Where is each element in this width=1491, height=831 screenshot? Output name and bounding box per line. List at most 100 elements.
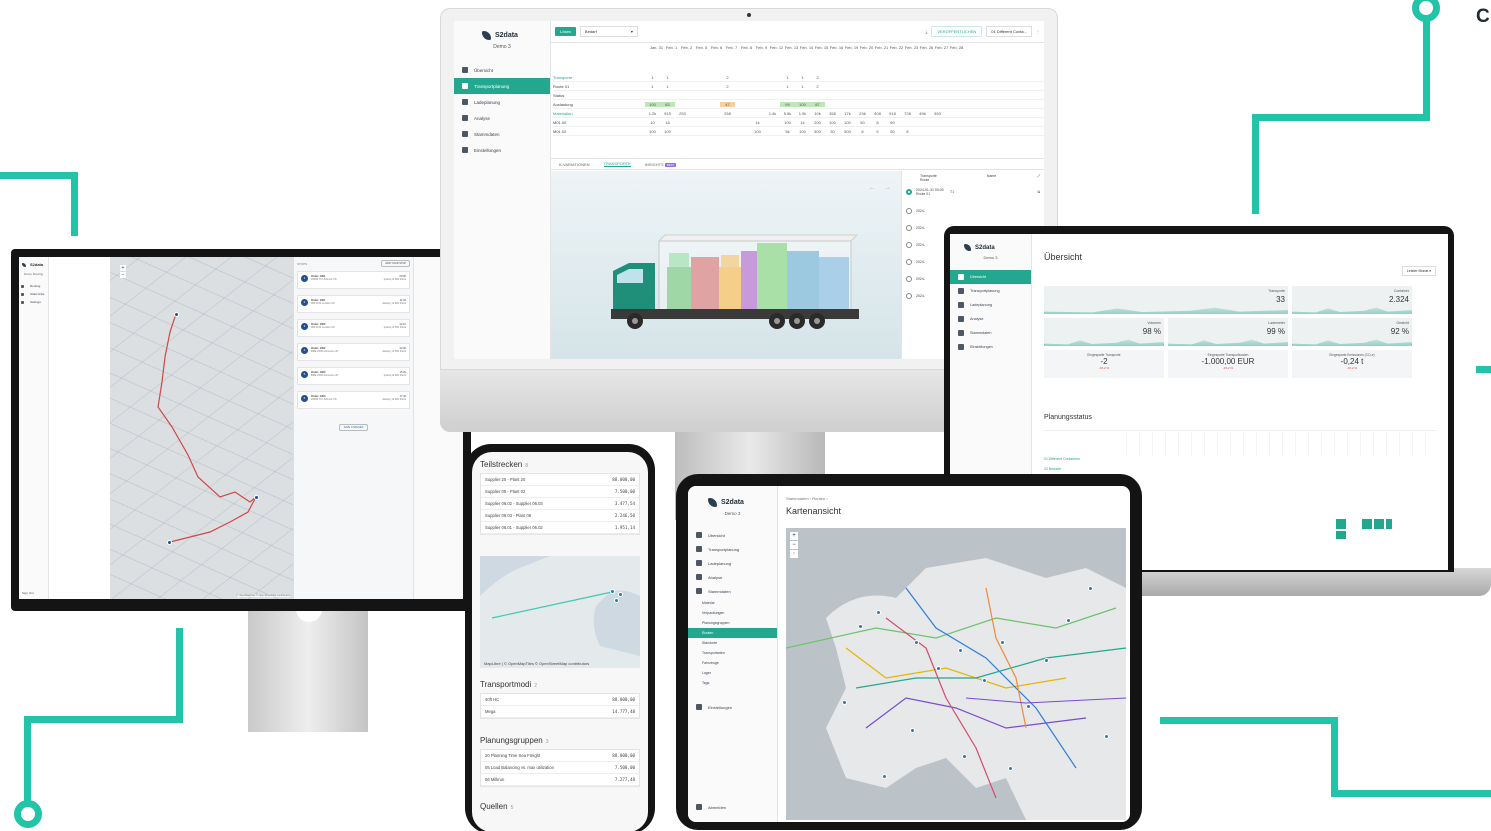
map-pin[interactable]	[1008, 766, 1013, 771]
map-pin[interactable]	[962, 754, 967, 759]
more-icon[interactable]: ⋮	[1036, 29, 1040, 34]
copy-icon[interactable]: ⧉	[1038, 190, 1041, 194]
row-label[interactable]: Status	[553, 93, 645, 98]
sidebar-item[interactable]: Stammdaten	[950, 326, 1031, 340]
routing-map[interactable]: + − © OpenMapTiles © OpenStreetMap contr…	[110, 257, 293, 599]
subnav-item[interactable]: Routen	[688, 628, 777, 638]
truck-3d-viewer[interactable]: ← →	[551, 171, 901, 359]
container-select[interactable]: 01 Different Conta...	[986, 26, 1032, 37]
sidebar-item-settings[interactable]: Settings	[19, 298, 48, 306]
sidebar-item[interactable]: Ladeplanung	[454, 94, 550, 110]
sidebar-item[interactable]: Analyse	[688, 570, 777, 584]
save-changes-button[interactable]: SAVE CHANGES	[338, 424, 369, 431]
sidebar-item-routing[interactable]: Routing	[19, 282, 48, 290]
table-row[interactable]: Supplier 06.03 - Plant 06 2.246,50	[481, 510, 639, 522]
period-select[interactable]: Letzter Monat ▾	[1401, 266, 1436, 276]
order-card[interactable]: 6 Order: 1003 20282 TN: Alhmstr UK 17:40 del…	[297, 391, 410, 409]
map-pin[interactable]	[1026, 704, 1031, 709]
sidebar-item[interactable]: Analyse	[454, 110, 550, 126]
map-pin[interactable]	[876, 610, 881, 615]
status-row-label[interactable]: 02 Bedarfe	[1044, 467, 1061, 471]
status-row-label[interactable]: 01 Different Containers	[1044, 457, 1080, 461]
route-stop-marker[interactable]	[254, 495, 259, 500]
download-icon[interactable]: ⤓	[926, 29, 928, 34]
table-row[interactable]: Supplier 05 - Plant 02 7.500,00	[481, 486, 639, 498]
row-label[interactable]: M01.02	[553, 129, 645, 134]
order-card[interactable]: 1 Order: 1001 20282 TN: Alhmstr UK 09:00 pic…	[297, 271, 410, 289]
map-pin[interactable]	[882, 774, 887, 779]
sidebar-item[interactable]: Einstellungen	[454, 142, 550, 158]
map-pin[interactable]	[1066, 618, 1071, 623]
subnav-item[interactable]: Planungsgruppen	[688, 618, 777, 628]
order-card[interactable]: 4 Order: 1002 BRE 2345 Ashmore UK 14:00 deli…	[297, 343, 410, 361]
map-pin[interactable]	[1044, 658, 1049, 663]
compass-icon[interactable]: ↑	[790, 550, 798, 558]
phone-map[interactable]: MapLibre | © OpenMapTiles © OpenStreetMa…	[480, 556, 640, 668]
zoom-out-button[interactable]: −	[790, 541, 798, 549]
sidebar-item[interactable]: Transportplanung	[950, 284, 1031, 298]
route-row[interactable]: 2024-	[906, 202, 1040, 219]
arrow-left-icon[interactable]: ←	[869, 185, 875, 191]
subnav-item[interactable]: Standorte	[688, 638, 777, 648]
map-pin[interactable]	[614, 598, 619, 603]
row-label[interactable]: Transporte	[553, 75, 645, 80]
table-row[interactable]: 05 Load Balancing vs. max utilization 7.5…	[481, 762, 639, 774]
map-pin[interactable]	[618, 592, 623, 597]
table-row[interactable]: Supplier 20 - Plant 20 88.000,00	[481, 474, 639, 486]
tab-transports[interactable]: TRANSPORTE	[603, 161, 631, 167]
sidebar-item[interactable]: Übersicht	[688, 528, 777, 542]
map-pin[interactable]	[1088, 586, 1093, 591]
table-row[interactable]: 20 Planning Time Sea Freight 88.000,00	[481, 750, 639, 762]
table-row[interactable]: Supplier 06.02 - Supplier 06.03 3.477,54	[481, 498, 639, 510]
route-stop-marker[interactable]	[174, 312, 179, 317]
expand-icon[interactable]: ⤢	[1037, 174, 1040, 182]
map-pin[interactable]	[610, 589, 615, 594]
subnav-item[interactable]: Material	[688, 598, 777, 608]
publish-button[interactable]: VERÖFFENTLICHEN	[931, 26, 983, 37]
order-card[interactable]: 5 Order: 1003 BRE 2345 Ashmore UK 15:20 pick…	[297, 367, 410, 385]
row-label[interactable]: Materialien	[553, 111, 645, 116]
sign-out-link[interactable]: Sign Out	[22, 591, 34, 595]
zoom-in-button[interactable]: +	[790, 532, 798, 540]
sidebar-item[interactable]: Ladeplanung	[688, 556, 777, 570]
subnav-item[interactable]: Tags	[688, 678, 777, 688]
map-pin[interactable]	[910, 728, 915, 733]
logout-link[interactable]: Abmelden	[688, 800, 734, 814]
sidebar-item[interactable]: Übersicht	[454, 62, 550, 78]
sidebar-item[interactable]: Transportplanung	[688, 542, 777, 556]
row-label[interactable]: Auslastung	[553, 102, 645, 107]
table-row[interactable]: Supplier 06.01 - Supplier 06.02 1.951,14	[481, 522, 639, 534]
subnav-item[interactable]: Verpackungen	[688, 608, 777, 618]
table-row[interactable]: 06 Milkrun 7.277,48	[481, 774, 639, 786]
tab-variations[interactable]: K-VARIATIONEN	[559, 162, 590, 167]
tab-insights[interactable]: INSIGHTS BETA	[645, 162, 677, 167]
demand-select[interactable]: Bedarf ▾	[579, 26, 638, 37]
sidebar-item[interactable]: Einstellungen	[950, 340, 1031, 354]
sidebar-item[interactable]: Stammdaten	[454, 126, 550, 142]
map-pin[interactable]	[842, 700, 847, 705]
map-pin[interactable]	[958, 648, 963, 653]
subnav-item[interactable]: Transportarten	[688, 648, 777, 658]
map-pin[interactable]	[1000, 640, 1005, 645]
sidebar-item[interactable]: Transportplanung	[454, 78, 550, 94]
route-stop-marker[interactable]	[167, 540, 172, 545]
subnav-item[interactable]: Fahrzeuge	[688, 658, 777, 668]
table-row[interactable]: Mega 14.777,48	[481, 706, 639, 718]
arrow-right-icon[interactable]: →	[885, 185, 891, 191]
sidebar-item-settings[interactable]: Einstellungen	[688, 700, 777, 714]
map-pin[interactable]	[936, 666, 941, 671]
map-pin[interactable]	[914, 640, 919, 645]
row-label[interactable]: Route 01	[553, 84, 645, 89]
sidebar-item[interactable]: Ladeplanung	[950, 298, 1031, 312]
table-row[interactable]: 40ft HC 88.000,00	[481, 694, 639, 706]
order-card[interactable]: 3 Order: 1002 900 ZUS London UK 12:10 pickup…	[297, 319, 410, 337]
subnav-item[interactable]: Lager	[688, 668, 777, 678]
map-pin[interactable]	[858, 624, 863, 629]
sidebar-item[interactable]: Stammdaten	[688, 584, 777, 598]
sidebar-item[interactable]: Übersicht	[950, 270, 1031, 284]
sidebar-item[interactable]: Analyse	[950, 312, 1031, 326]
sidebar-item-static-links[interactable]: Static links	[19, 290, 48, 298]
add-stop-button[interactable]: ADD YOUR STOP	[381, 260, 410, 267]
order-card[interactable]: 2 Order: 1001 900 ZUS London UK 11:00 delive…	[297, 295, 410, 313]
row-label[interactable]: M01.00	[553, 120, 645, 125]
